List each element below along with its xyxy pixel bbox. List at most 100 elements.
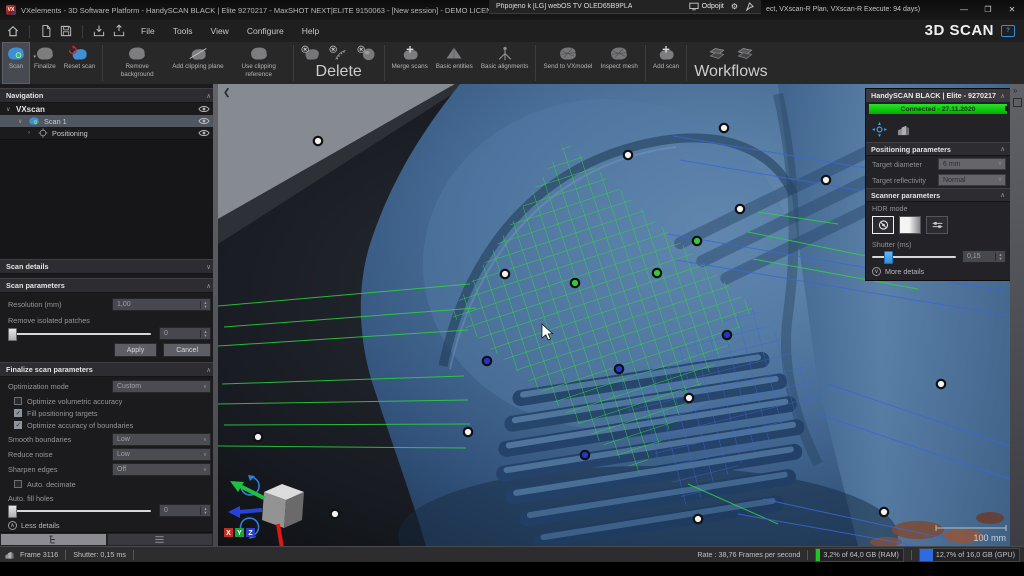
menu-view[interactable]: View <box>202 20 238 42</box>
sharpen-edges-dropdown[interactable]: Off ∨ <box>112 463 211 476</box>
home-icon[interactable] <box>6 24 20 38</box>
inspect-mesh-button[interactable]: Inspect mesh <box>596 42 641 84</box>
optimize-accuracy-of-boundaries-row[interactable]: Optimize accuracy of boundaries <box>0 420 218 430</box>
workflow-scan-icon[interactable] <box>707 45 727 62</box>
tree-item-vxscan[interactable]: ∨ VXscan <box>0 103 218 115</box>
scan-icon <box>6 45 26 62</box>
help-chat-icon[interactable]: ? <box>1001 25 1015 37</box>
hdr-mode-manual-button[interactable] <box>926 216 948 234</box>
spinner-arrows-icon[interactable]: ▲▼ <box>200 301 210 309</box>
fill-holes-slider[interactable] <box>8 504 151 517</box>
reset-scan-button[interactable]: Reset scan <box>60 42 100 84</box>
finalize-icon <box>35 45 55 62</box>
spinner-arrows-icon[interactable]: ▲▼ <box>995 253 1005 261</box>
expand-panel-icon[interactable]: » <box>1013 86 1017 95</box>
cast-notification-bar: Připojeno k [LG] webOS TV OLED65B9PLA Od… <box>489 0 761 14</box>
cast-pin-icon[interactable] <box>745 2 754 11</box>
fill-holes-spinner[interactable]: 0 ▲▼ <box>159 504 211 517</box>
import-icon[interactable] <box>92 24 106 38</box>
fill-positioning-targets-row[interactable]: Fill positioning targets <box>0 408 218 418</box>
scanner-parameters-header[interactable]: Scanner parameters ∧ <box>866 188 1010 202</box>
hdr-mode-auto-button[interactable] <box>872 216 894 234</box>
viewport-3d[interactable]: ❮ <box>218 84 1010 546</box>
maximize-button[interactable]: ❐ <box>976 0 1000 20</box>
patches-spinner[interactable]: 0 ▲▼ <box>159 327 211 340</box>
chevron-down-icon[interactable]: ∨ <box>18 118 24 125</box>
basic-alignments-button[interactable]: Basic alignments <box>477 42 533 84</box>
send-to-vxmodel-button[interactable]: Send to VXmodel <box>539 42 596 84</box>
close-button[interactable]: ✕ <box>1000 0 1024 20</box>
smooth-boundaries-dropdown[interactable]: Low ∨ <box>112 433 211 446</box>
panel-view-tabs <box>0 532 213 546</box>
collapse-left-icon[interactable]: ❮ <box>223 87 231 98</box>
visibility-eye-icon[interactable] <box>198 128 210 138</box>
delete-mesh-icon[interactable] <box>301 45 321 62</box>
use-clipping-reference-button[interactable]: Use clipping reference <box>228 42 290 84</box>
chevron-down-icon: ∨ <box>200 467 210 473</box>
gpu-usage-bar <box>920 549 933 561</box>
remove-background-button[interactable]: Remove background <box>106 42 168 84</box>
connector-icon: ▮ <box>1005 105 1008 112</box>
new-session-icon[interactable] <box>39 24 53 38</box>
shutter-slider[interactable] <box>872 250 956 263</box>
checkbox[interactable] <box>14 397 22 405</box>
scan-button[interactable]: Scan ▾ <box>2 42 30 84</box>
apply-button[interactable]: Apply <box>114 343 158 357</box>
finalize-button[interactable]: Finalize <box>30 42 60 84</box>
save-icon[interactable] <box>59 24 73 38</box>
checkbox[interactable] <box>14 421 22 429</box>
workflow-edit-icon[interactable] <box>735 45 755 62</box>
menu-tools[interactable]: Tools <box>164 20 202 42</box>
hdr-mode-contrast-button[interactable] <box>899 216 921 234</box>
checkbox[interactable] <box>14 409 22 417</box>
chevron-right-icon[interactable]: › <box>28 130 34 136</box>
more-details-link[interactable]: ∨ More details <box>866 265 1010 280</box>
auto-decimate-row[interactable]: Auto. decimate <box>0 479 218 489</box>
optimization-mode-dropdown[interactable]: Custom ∨ <box>112 380 211 393</box>
delete-targets-icon[interactable] <box>329 45 349 62</box>
visibility-eye-icon[interactable] <box>198 116 210 126</box>
basic-entities-button[interactable]: Basic entities <box>432 42 477 84</box>
menu-help[interactable]: Help <box>293 20 328 42</box>
scan-parameters-header[interactable]: Scan parameters ∧ <box>0 278 218 293</box>
less-details-link[interactable]: ∧ Less details <box>0 521 218 530</box>
resolution-spinner[interactable]: 1,00 ▲▼ <box>112 298 211 311</box>
cast-disconnect-button[interactable]: Odpojit <box>689 2 724 11</box>
dock-window-icon[interactable] <box>1013 98 1022 107</box>
tree-item-scan1[interactable]: ∨ Scan 1 <box>0 115 218 127</box>
status-bar: Frame 3116 Shutter: 0,15 ms Rate : 38,76… <box>0 546 1024 562</box>
minimize-button[interactable]: — <box>952 0 976 20</box>
export-icon[interactable] <box>112 24 126 38</box>
positioning-mode-icon[interactable] <box>872 122 887 137</box>
menu-configure[interactable]: Configure <box>238 20 293 42</box>
chevron-down-icon[interactable]: ∨ <box>6 106 12 113</box>
visibility-eye-icon[interactable] <box>198 104 210 114</box>
list-view-tab[interactable] <box>108 534 213 545</box>
tree-item-positioning[interactable]: › Positioning <box>0 127 218 139</box>
device-panel-header[interactable]: HandySCAN BLACK | Elite - 9270217 ∧ <box>866 89 1010 102</box>
checkbox[interactable] <box>14 480 22 488</box>
patches-slider[interactable] <box>8 327 151 340</box>
spinner-arrows-icon[interactable]: ▲▼ <box>200 330 210 338</box>
add-scan-button[interactable]: Add scan <box>649 42 683 84</box>
basic-alignments-icon <box>495 45 515 62</box>
positioning-parameters-header[interactable]: Positioning parameters ∧ <box>866 142 1010 156</box>
shutter-spinner[interactable]: 0,15 ▲▼ <box>962 250 1006 263</box>
monitor-icon <box>689 2 699 11</box>
title-bar: VX VXelements - 3D Software Platform - H… <box>0 0 1024 20</box>
cast-settings-gear-icon[interactable]: ⚙ <box>731 2 738 11</box>
optimize-volumetric-accuracy-row[interactable]: Optimize volumetric accuracy <box>0 396 218 406</box>
merge-scans-button[interactable]: Merge scans <box>388 42 432 84</box>
navigation-header[interactable]: Navigation ∧ <box>0 88 218 103</box>
left-panel-scrollbar[interactable] <box>213 84 218 546</box>
menu-file[interactable]: File <box>132 20 164 42</box>
scan-details-header[interactable]: Scan details ∨ <box>0 259 218 274</box>
spinner-arrows-icon[interactable]: ▲▼ <box>200 507 210 515</box>
surface-mode-icon[interactable] <box>896 123 911 136</box>
add-clipping-plane-button[interactable]: Add clipping plane <box>168 42 227 84</box>
tree-view-tab[interactable] <box>1 534 106 545</box>
reduce-noise-dropdown[interactable]: Low ∨ <box>112 448 211 461</box>
delete-sphere-icon[interactable] <box>357 45 377 62</box>
finalize-scan-parameters-header[interactable]: Finalize scan parameters ∧ <box>0 362 218 377</box>
cancel-button[interactable]: Cancel <box>163 343 211 357</box>
